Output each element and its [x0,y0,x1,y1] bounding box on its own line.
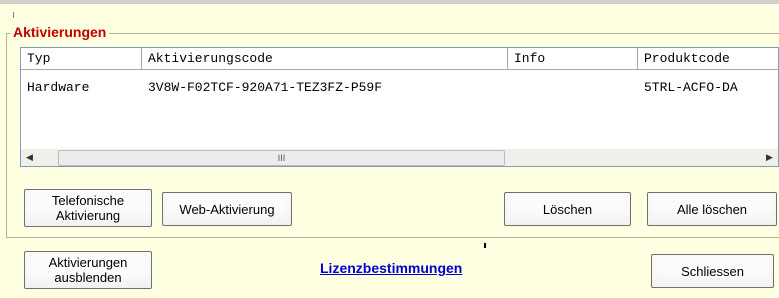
activations-group-title: Aktivierungen [10,24,110,40]
license-terms-link[interactable]: Lizenzbestimmungen [320,260,462,276]
scrollbar-track[interactable]: III [38,149,761,166]
delete-button[interactable]: Löschen [504,192,631,226]
top-border-highlight [0,4,779,5]
scroll-left-arrow-icon[interactable]: ◀ [21,149,38,166]
hide-activations-button[interactable]: Aktivierungen ausblenden [24,251,152,289]
phone-activation-button[interactable]: Telefonische Aktivierung [24,189,152,227]
list-header: Typ Aktivierungscode Info Produktcode [21,48,778,72]
delete-all-button[interactable]: Alle löschen [647,192,777,226]
column-header-product-code[interactable]: Produktcode [638,48,778,70]
scroll-right-arrow-icon[interactable]: ▶ [761,149,778,166]
divider-tick [13,12,14,18]
scrollbar-grip-icon: III [277,153,286,163]
cell-typ: Hardware [27,80,90,95]
activations-list[interactable]: Typ Aktivierungscode Info Produktcode Ha… [20,47,779,167]
table-row[interactable]: Hardware 3V8W-F02TCF-920A71-TEZ3FZ-P59F … [21,78,778,98]
web-activation-button[interactable]: Web-Aktivierung [162,192,292,226]
horizontal-scrollbar[interactable]: ◀ III ▶ [21,149,778,166]
column-header-info[interactable]: Info [508,48,638,70]
cell-product-code: 5TRL-ACFO-DA [644,80,738,95]
scrollbar-thumb[interactable]: III [58,150,505,166]
separator-mark [484,243,486,248]
column-header-typ[interactable]: Typ [21,48,142,70]
column-header-activation-code[interactable]: Aktivierungscode [142,48,508,70]
close-button[interactable]: Schliessen [651,254,774,288]
cell-activation-code: 3V8W-F02TCF-920A71-TEZ3FZ-P59F [148,80,383,95]
